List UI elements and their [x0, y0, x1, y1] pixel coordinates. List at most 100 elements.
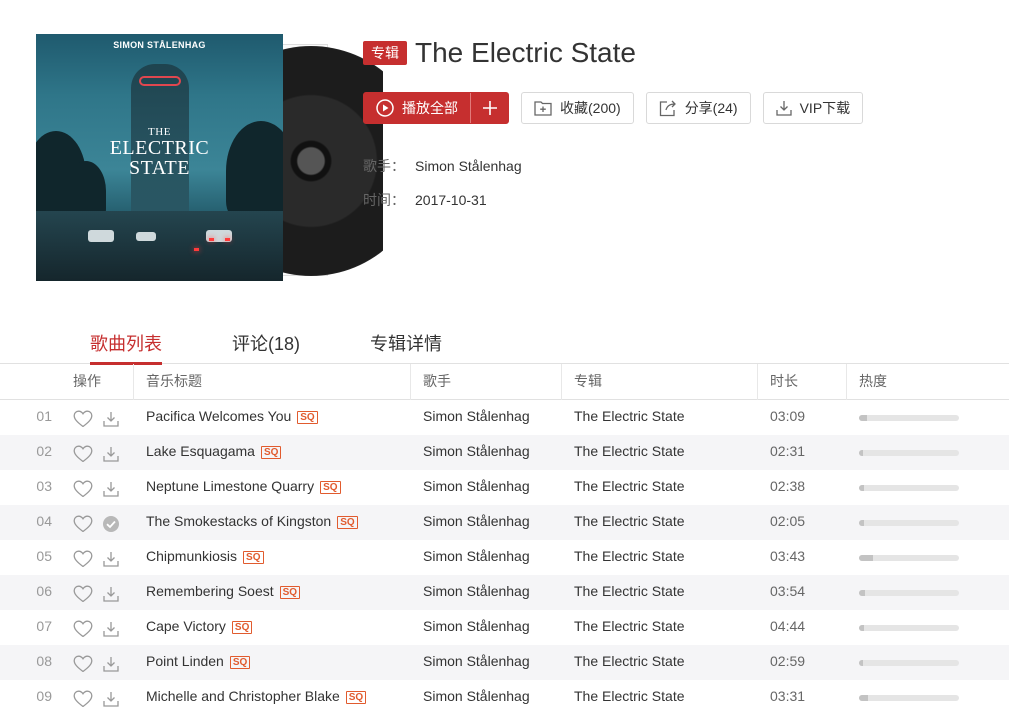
- song-title-link[interactable]: The Smokestacks of Kingston: [146, 513, 331, 529]
- table-row[interactable]: 06 Remembering Soest SQ Simon Stålenhag The …: [0, 575, 1009, 610]
- tab-comments[interactable]: 评论(18): [232, 330, 300, 365]
- collect-label: 收藏(200): [560, 100, 621, 116]
- popularity-bar-fill: [859, 555, 873, 561]
- song-artist-link[interactable]: Simon Stålenhag: [423, 505, 563, 540]
- date-label: 时间：: [363, 192, 405, 208]
- heart-icon[interactable]: [73, 617, 95, 637]
- popularity-bar-fill: [859, 590, 865, 596]
- table-row[interactable]: 01 Pacifica Welcomes You SQ Simon Stålenhag…: [0, 400, 1009, 435]
- song-artist-link[interactable]: Simon Stålenhag: [423, 680, 563, 715]
- song-artist-link[interactable]: Simon Stålenhag: [423, 645, 563, 680]
- sq-quality-badge: SQ: [345, 691, 367, 704]
- collect-button[interactable]: 收藏(200): [521, 92, 634, 124]
- song-album-link[interactable]: The Electric State: [574, 540, 764, 575]
- song-title-link[interactable]: Cape Victory: [146, 618, 226, 634]
- heart-icon[interactable]: [73, 512, 95, 532]
- popularity-bar: [859, 485, 959, 491]
- table-row[interactable]: 04 The Smokestacks of Kingston SQ Simon Stå…: [0, 505, 1009, 540]
- song-title-link[interactable]: Lake Esquagama: [146, 443, 255, 459]
- sq-quality-badge: SQ: [243, 551, 264, 564]
- song-title-link[interactable]: Michelle and Christopher Blake: [146, 688, 340, 704]
- heart-icon[interactable]: [73, 687, 95, 707]
- play-all-label: 播放全部: [402, 100, 458, 116]
- download-icon[interactable]: [102, 547, 122, 567]
- header-album[interactable]: 专辑: [561, 364, 602, 400]
- song-album-link[interactable]: The Electric State: [574, 400, 764, 435]
- table-row[interactable]: 03 Neptune Limestone Quarry SQ Simon Stålen…: [0, 470, 1009, 505]
- popularity-bar-fill: [859, 450, 863, 456]
- downloaded-check-icon: [102, 512, 122, 532]
- popularity-bar: [859, 520, 959, 526]
- album-title-row: 专辑 The Electric State: [363, 37, 636, 68]
- download-icon[interactable]: [102, 687, 122, 707]
- download-icon[interactable]: [102, 582, 122, 602]
- song-title-cell: Michelle and Christopher Blake SQ: [146, 680, 406, 715]
- download-icon[interactable]: [102, 617, 122, 637]
- table-row[interactable]: 07 Cape Victory SQ Simon Stålenhag The Elect…: [0, 610, 1009, 645]
- header-duration[interactable]: 时长: [757, 364, 798, 400]
- track-number: 06: [36, 583, 52, 599]
- song-title-cell: Neptune Limestone Quarry SQ: [146, 470, 406, 505]
- play-all-button[interactable]: 播放全部: [363, 92, 509, 124]
- download-icon[interactable]: [102, 442, 122, 462]
- heart-icon[interactable]: [73, 407, 95, 427]
- song-title-link[interactable]: Chipmunkiosis: [146, 548, 237, 564]
- song-album-link[interactable]: The Electric State: [574, 680, 764, 715]
- header-heat[interactable]: 热度: [846, 364, 887, 400]
- heart-icon[interactable]: [73, 442, 95, 462]
- album-artist-link[interactable]: Simon Stålenhag: [415, 158, 522, 174]
- song-album-link[interactable]: The Electric State: [574, 645, 764, 680]
- vip-download-button[interactable]: VIP下载: [762, 92, 864, 124]
- song-artist-link[interactable]: Simon Stålenhag: [423, 435, 563, 470]
- song-artist-link[interactable]: Simon Stålenhag: [423, 575, 563, 610]
- track-number: 01: [36, 408, 52, 424]
- song-album-link[interactable]: The Electric State: [574, 575, 764, 610]
- song-duration: 04:44: [770, 618, 806, 634]
- download-icon[interactable]: [102, 652, 122, 672]
- song-title-link[interactable]: Point Linden: [146, 653, 224, 669]
- song-table-header: 操作 音乐标题 歌手 专辑 时长 热度: [0, 364, 1009, 400]
- song-duration: 03:09: [770, 408, 806, 424]
- header-title[interactable]: 音乐标题: [133, 364, 202, 400]
- tab-album-details[interactable]: 专辑详情: [370, 330, 442, 365]
- heart-icon[interactable]: [73, 547, 95, 567]
- add-to-playlist-button[interactable]: [470, 93, 508, 123]
- album-tabs: 歌曲列表 评论(18) 专辑详情: [0, 322, 1009, 365]
- song-title-link[interactable]: Remembering Soest: [146, 583, 274, 599]
- header-artist[interactable]: 歌手: [410, 364, 451, 400]
- album-date-line: 时间： 2017-10-31: [363, 190, 487, 210]
- sq-quality-badge: SQ: [337, 516, 358, 529]
- popularity-bar-fill: [859, 695, 868, 701]
- album-action-bar: 播放全部 收藏(200) 分享(24) VIP下载: [363, 92, 864, 124]
- song-artist-link[interactable]: Simon Stålenhag: [423, 540, 563, 575]
- cover-title-text: THE ELECTRIC STATE: [109, 126, 210, 179]
- table-row[interactable]: 05 Chipmunkiosis SQ Simon Stålenhag The Elec…: [0, 540, 1009, 575]
- track-number: 07: [36, 618, 52, 634]
- table-row[interactable]: 02 Lake Esquagama SQ Simon Stålenhag The Ele…: [0, 435, 1009, 470]
- track-number: 03: [36, 478, 52, 494]
- song-artist-link[interactable]: Simon Stålenhag: [423, 470, 563, 505]
- album-cover-area: SIMON STÅLENHAG THE ELECTRIC STATE: [36, 34, 383, 284]
- song-album-link[interactable]: The Electric State: [574, 505, 764, 540]
- heart-icon[interactable]: [73, 652, 95, 672]
- download-icon: [775, 100, 792, 116]
- song-title-link[interactable]: Pacifica Welcomes You: [146, 408, 291, 424]
- song-album-link[interactable]: The Electric State: [574, 470, 764, 505]
- heart-icon[interactable]: [73, 582, 95, 602]
- download-icon[interactable]: [102, 477, 122, 497]
- song-album-link[interactable]: The Electric State: [574, 610, 764, 645]
- track-number: 08: [36, 653, 52, 669]
- song-title-link[interactable]: Neptune Limestone Quarry: [146, 478, 314, 494]
- heart-icon[interactable]: [73, 477, 95, 497]
- song-duration: 02:59: [770, 653, 806, 669]
- popularity-bar-fill: [859, 520, 864, 526]
- table-row[interactable]: 08 Point Linden SQ Simon Stålenhag The Elect…: [0, 645, 1009, 680]
- download-icon[interactable]: [102, 407, 122, 427]
- popularity-bar: [859, 660, 959, 666]
- song-album-link[interactable]: The Electric State: [574, 435, 764, 470]
- table-row[interactable]: 09 Michelle and Christopher Blake SQ Simon …: [0, 680, 1009, 715]
- share-button[interactable]: 分享(24): [645, 92, 751, 124]
- song-artist-link[interactable]: Simon Stålenhag: [423, 400, 563, 435]
- tab-song-list[interactable]: 歌曲列表: [90, 330, 162, 365]
- song-artist-link[interactable]: Simon Stålenhag: [423, 610, 563, 645]
